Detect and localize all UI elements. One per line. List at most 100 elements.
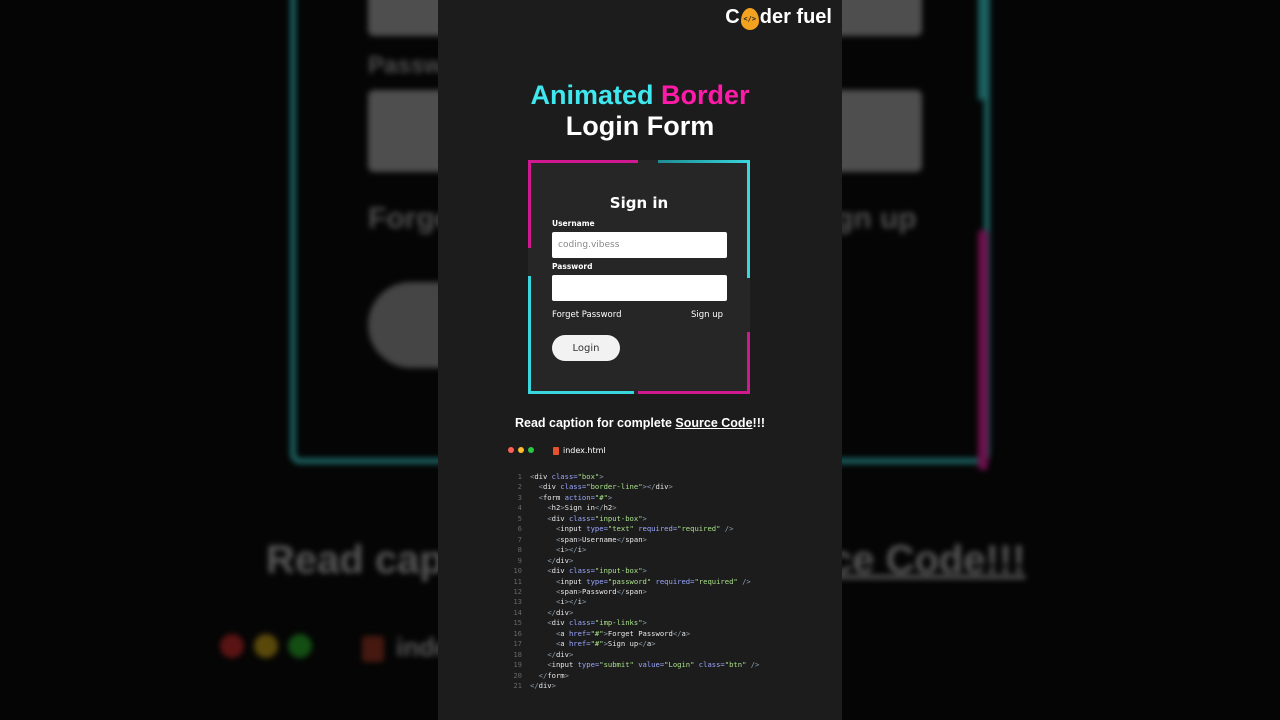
code-line: 9 </div > bbox=[508, 556, 759, 566]
line-number: 11 bbox=[513, 576, 522, 586]
source-code-caption: Read caption for complete Source Code!!! bbox=[438, 416, 842, 430]
code-token: value= bbox=[633, 660, 665, 670]
code-block: 1 < div class= "box" >2 < div class= "border-l… bbox=[508, 472, 759, 692]
line-number: 6 bbox=[517, 524, 522, 534]
code-token: > bbox=[599, 472, 604, 481]
minimize-dot bbox=[518, 447, 524, 453]
code-token: action= bbox=[560, 492, 595, 502]
code-token: ></ bbox=[642, 482, 656, 492]
line-number: 12 bbox=[513, 586, 522, 596]
username-label: Username bbox=[552, 219, 595, 228]
line-number: 18 bbox=[513, 649, 522, 659]
code-token: "input-box" bbox=[594, 566, 643, 576]
code-token: > bbox=[651, 639, 656, 649]
code-token: div bbox=[538, 681, 552, 691]
border-line-segment bbox=[747, 160, 750, 278]
password-input[interactable] bbox=[552, 275, 727, 301]
forget-password-link[interactable]: Forget Password bbox=[552, 310, 622, 320]
code-token: </ bbox=[547, 649, 556, 659]
logo-text-suffix: der fuel bbox=[759, 6, 832, 28]
code-token: > bbox=[685, 628, 691, 638]
line-number: 10 bbox=[513, 566, 522, 576]
code-token: "#" bbox=[594, 492, 608, 502]
code-token: type= bbox=[581, 524, 608, 534]
code-token: </ bbox=[547, 555, 556, 565]
line-number: 16 bbox=[513, 628, 522, 638]
code-token: "imp-links" bbox=[594, 618, 643, 628]
line-number: 5 bbox=[517, 513, 522, 523]
brand-logo: C </> der fuel bbox=[725, 6, 832, 30]
code-token: div bbox=[555, 555, 569, 565]
code-token: "input-box" bbox=[594, 513, 643, 523]
line-number: 1 bbox=[517, 472, 522, 481]
sign-up-link[interactable]: Sign up bbox=[691, 310, 723, 320]
code-token: > bbox=[564, 670, 569, 680]
bg-caption-right: ce Code!!! bbox=[830, 538, 1026, 582]
code-token: > bbox=[581, 597, 587, 607]
code-token: input bbox=[551, 660, 574, 670]
code-line: 7 < span > Username </span > bbox=[508, 535, 759, 545]
code-token: > bbox=[642, 586, 647, 596]
code-token: </ bbox=[672, 628, 682, 638]
code-token: class= bbox=[547, 472, 578, 481]
code-token: class= bbox=[564, 618, 595, 628]
code-line: 3 < form action= "#" > bbox=[508, 493, 759, 503]
code-token: > bbox=[642, 513, 647, 523]
line-number: 15 bbox=[513, 618, 522, 628]
window-controls bbox=[508, 447, 534, 453]
code-token: </ bbox=[594, 503, 604, 513]
username-input[interactable] bbox=[552, 232, 727, 258]
code-line: 2 < div class= "border-line" ></div > bbox=[508, 482, 759, 492]
code-token: Password bbox=[581, 586, 617, 596]
code-token: > bbox=[568, 649, 574, 659]
code-token: /> bbox=[720, 524, 734, 534]
code-token: > bbox=[612, 503, 617, 513]
code-token: Sign in bbox=[564, 503, 595, 513]
code-token: Sign up bbox=[607, 639, 639, 649]
code-token: div bbox=[542, 482, 556, 492]
code-token: > bbox=[581, 545, 587, 555]
code-token: class= bbox=[555, 482, 587, 492]
code-line: 21 </div > bbox=[508, 681, 759, 691]
source-code-link[interactable]: Source Code bbox=[675, 416, 752, 430]
code-token: "Login" bbox=[664, 660, 695, 670]
html5-icon bbox=[362, 636, 384, 663]
code-line: 8 < i ></i > bbox=[508, 545, 759, 555]
line-number: 19 bbox=[513, 660, 522, 670]
code-token: "btn" bbox=[724, 660, 747, 670]
bg-password-label: Passw bbox=[368, 52, 443, 79]
editor-file-tab[interactable]: index.html bbox=[553, 446, 606, 455]
html5-icon bbox=[553, 446, 559, 455]
code-token: span bbox=[560, 534, 578, 544]
line-number: 2 bbox=[517, 482, 522, 492]
line-number: 9 bbox=[517, 555, 522, 565]
code-token: class= bbox=[694, 660, 725, 670]
code-token: Username bbox=[581, 534, 617, 544]
code-token: > bbox=[607, 492, 613, 502]
code-token: "text" bbox=[607, 524, 634, 534]
line-number: 20 bbox=[513, 670, 522, 680]
password-label: Password bbox=[552, 262, 593, 271]
code-token: "#" bbox=[590, 639, 604, 649]
login-button[interactable]: Login bbox=[552, 335, 620, 361]
title-line-login-form: Login Form bbox=[565, 111, 715, 141]
code-line: 11 < input type= "password" required= "requ… bbox=[508, 577, 759, 587]
code-token: </ bbox=[638, 639, 647, 649]
line-number: 21 bbox=[513, 681, 522, 691]
code-token: > bbox=[568, 607, 574, 617]
border-line-segment bbox=[528, 391, 634, 394]
code-line: 12 < span > Password </span > bbox=[508, 587, 759, 597]
code-token: type= bbox=[573, 660, 600, 670]
code-token: > bbox=[551, 681, 556, 691]
login-box: Sign in Username Password Forget Passwor… bbox=[528, 160, 750, 394]
code-line: 16 < a href= "#" > Forget Password </a > bbox=[508, 629, 759, 639]
signin-heading: Sign in bbox=[609, 194, 669, 212]
